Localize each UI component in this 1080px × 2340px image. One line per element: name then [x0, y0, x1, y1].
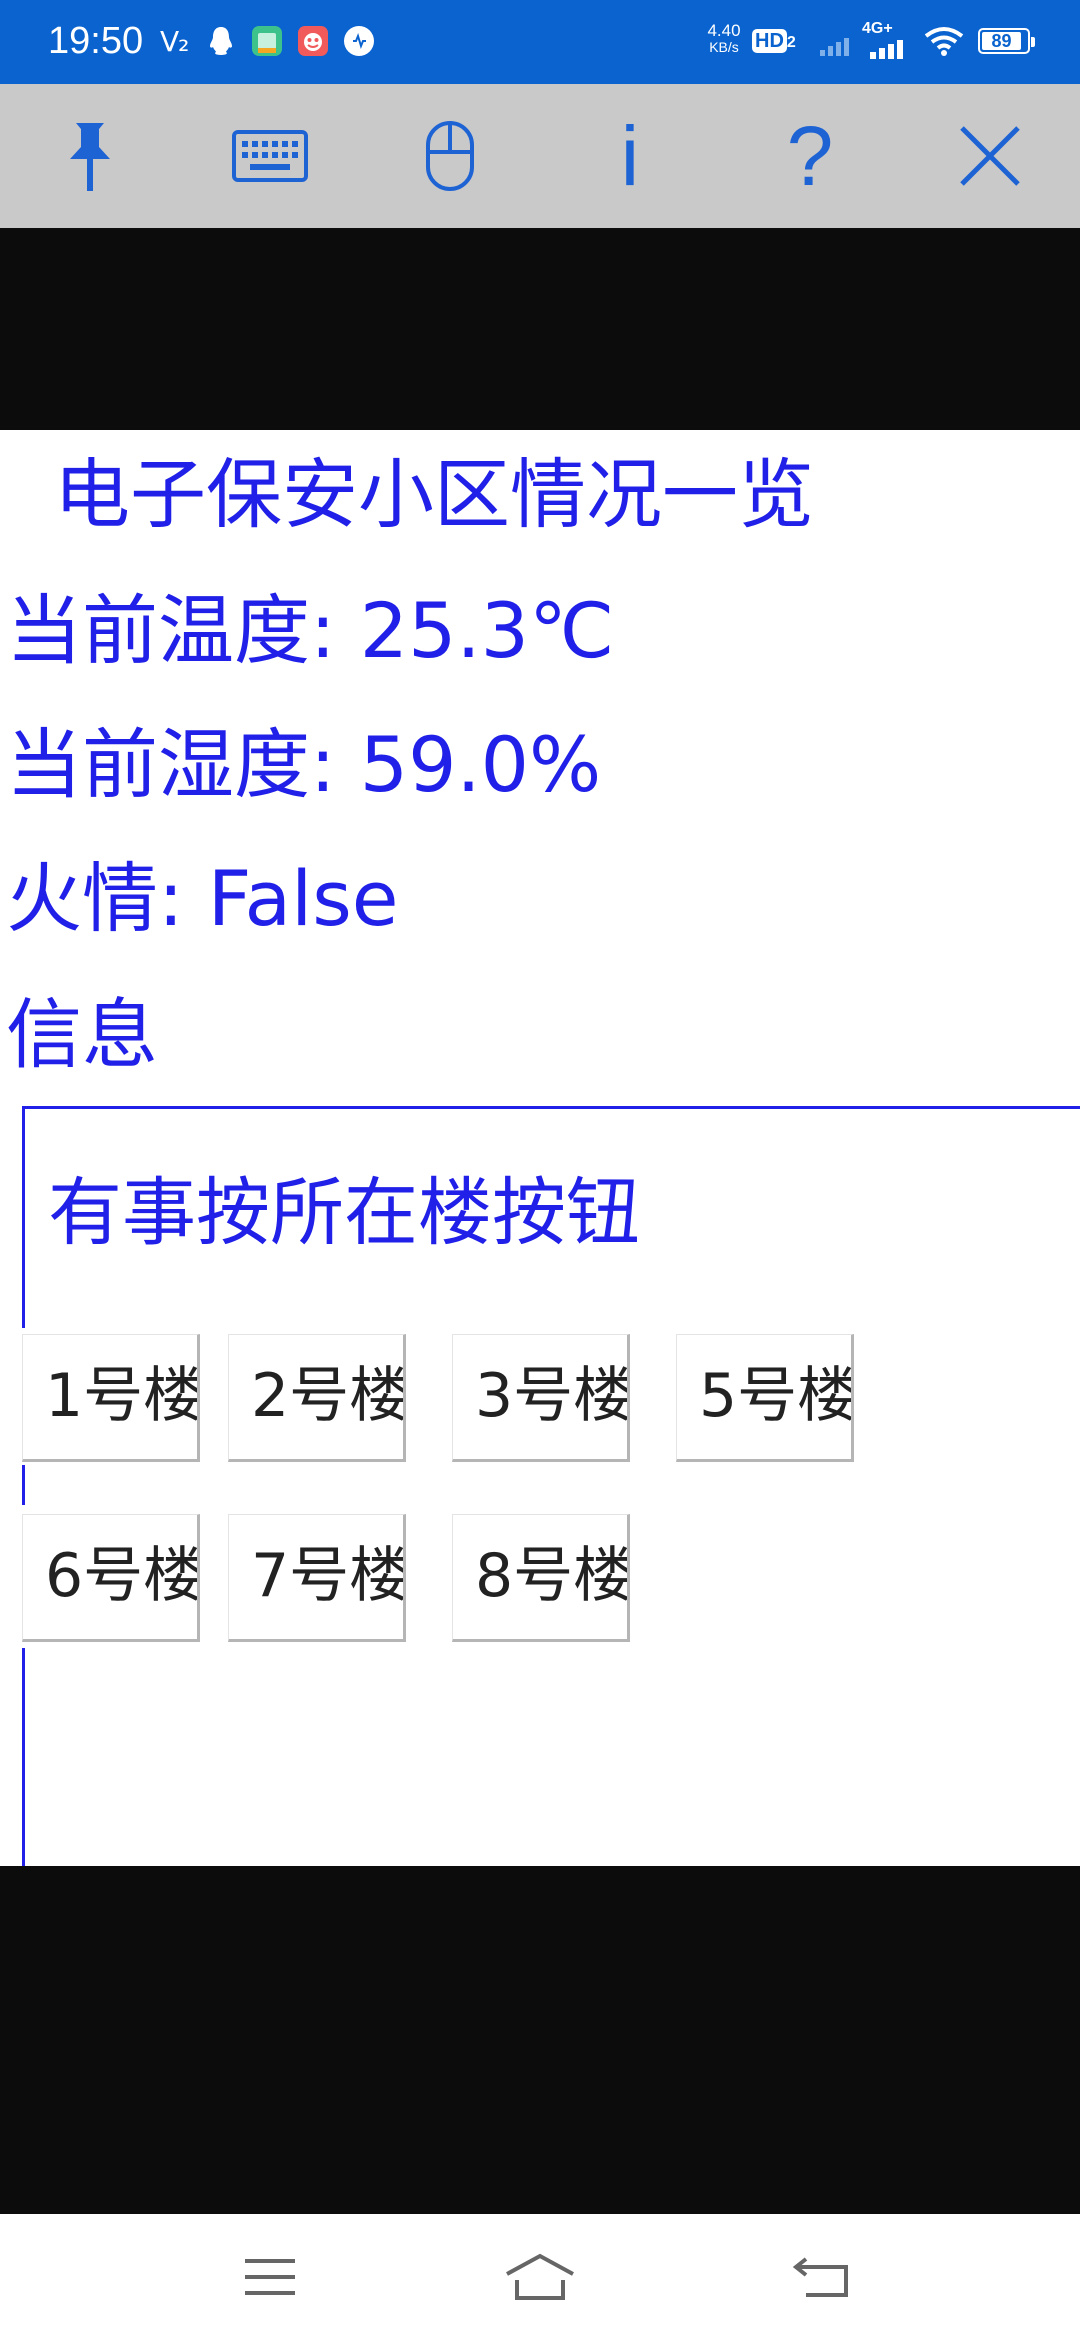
back-button[interactable] [722, 2214, 922, 2340]
signal-icon-sim1 [820, 38, 849, 56]
close-button[interactable] [900, 84, 1080, 228]
building-5-button[interactable]: 5号楼 [676, 1334, 854, 1462]
wifi-icon [924, 27, 964, 56]
panel-border [22, 1465, 25, 1505]
home-button[interactable] [440, 2214, 640, 2340]
back-icon [792, 2257, 848, 2297]
status-time: 19:50 [48, 20, 144, 62]
app-icon-chat [344, 26, 374, 56]
panel-border [22, 1648, 25, 1866]
signal-icon [870, 40, 903, 59]
battery-icon: 89 [978, 28, 1035, 54]
help-button[interactable]: ? [720, 84, 900, 228]
net-speed: 4.40 KB/s [707, 21, 741, 55]
help-icon: ? [786, 109, 834, 203]
close-icon [960, 126, 1020, 186]
fire-status: 火情: False [6, 854, 399, 943]
building-8-button[interactable]: 8号楼 [452, 1514, 630, 1642]
page-title: 电子保安小区情况一览 [54, 450, 814, 539]
building-6-button[interactable]: 6号楼 [22, 1514, 200, 1642]
mouse-button[interactable] [360, 84, 540, 228]
building-1-button[interactable]: 1号楼 [22, 1334, 200, 1462]
building-3-button[interactable]: 3号楼 [452, 1334, 630, 1462]
panel-caption: 有事按所在楼按钮 [48, 1170, 640, 1256]
building-7-button[interactable]: 7号楼 [228, 1514, 406, 1642]
info-icon: i [620, 109, 640, 203]
pin-icon [70, 123, 110, 191]
app-icon-green [252, 26, 282, 56]
mouse-icon [426, 121, 474, 191]
battery-level: 89 [982, 32, 1021, 50]
menu-button[interactable] [170, 2214, 370, 2340]
status-bar: 19:50 V₂ 4.40 KB/s HD 2 4G+ 89 [0, 0, 1080, 84]
info-label: 信息 [6, 990, 158, 1079]
building-2-button[interactable]: 2号楼 [228, 1334, 406, 1462]
keyboard-button[interactable] [180, 84, 360, 228]
hd-voice-indicator: HD 2 [752, 26, 796, 57]
humidity-readout: 当前湿度: 59.0% [6, 720, 602, 809]
panel-border [22, 1106, 25, 1328]
menu-icon [245, 2259, 295, 2295]
temperature-readout: 当前温度: 25.3℃ [6, 586, 615, 675]
app-icon-red [298, 26, 328, 56]
remote-screen: 电子保安小区情况一览 当前温度: 25.3℃ 当前湿度: 59.0% 火情: F… [0, 430, 1080, 1866]
keyboard-icon [232, 130, 308, 182]
pin-button[interactable] [0, 84, 180, 228]
remote-toolbar: i ? [0, 84, 1080, 228]
carrier-mark: V₂ [160, 25, 189, 58]
system-nav-bar [0, 2214, 1080, 2340]
home-icon [506, 2253, 574, 2300]
qq-icon [210, 27, 232, 55]
network-type: 4G+ [862, 20, 893, 37]
info-button[interactable]: i [540, 84, 720, 228]
